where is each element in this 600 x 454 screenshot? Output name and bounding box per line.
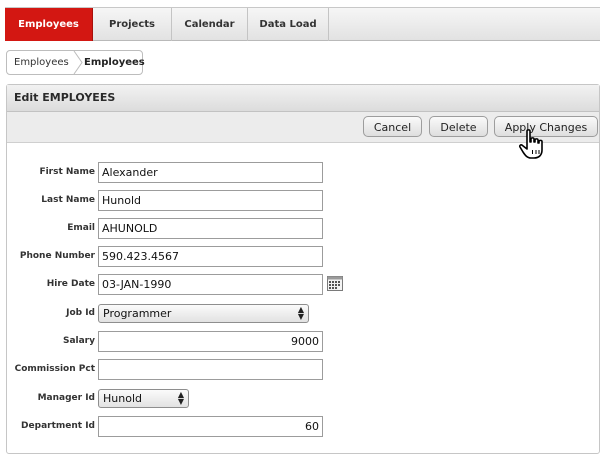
- breadcrumb: Employees Employees: [6, 50, 145, 75]
- tab-employees[interactable]: Employees: [5, 8, 93, 41]
- department-id-label: Department Id: [21, 421, 95, 431]
- cancel-button[interactable]: Cancel: [363, 116, 422, 137]
- breadcrumb-parent-link[interactable]: Employees: [14, 51, 69, 74]
- hire-date-field[interactable]: 03-JAN-1990: [98, 274, 323, 295]
- tab-projects[interactable]: Projects: [93, 8, 172, 41]
- last-name-label: Last Name: [41, 195, 95, 205]
- hire-date-label: Hire Date: [46, 279, 95, 289]
- breadcrumb-separator-icon: [73, 51, 83, 74]
- last-name-field[interactable]: Hunold: [98, 190, 323, 211]
- email-field[interactable]: AHUNOLD: [98, 218, 323, 239]
- salary-field[interactable]: 9000: [98, 331, 323, 352]
- job-id-select[interactable]: Programmer ▲ ▼: [98, 304, 309, 323]
- first-name-label: First Name: [39, 167, 95, 177]
- tab-calendar[interactable]: Calendar: [172, 8, 248, 41]
- manager-id-select[interactable]: Hunold ▲ ▼: [98, 389, 189, 408]
- edit-employees-region: Edit EMPLOYEES Cancel Delete Apply Chang…: [6, 84, 600, 454]
- region-title: Edit EMPLOYEES: [14, 91, 116, 104]
- hand-pointer-icon: [518, 129, 543, 159]
- salary-label: Salary: [62, 336, 95, 346]
- job-id-label: Job Id: [66, 308, 95, 318]
- manager-id-label: Manager Id: [37, 393, 95, 403]
- select-arrows-icon: ▲ ▼: [177, 390, 184, 406]
- phone-number-field[interactable]: 590.423.4567: [98, 246, 323, 267]
- first-name-field[interactable]: Alexander: [98, 162, 323, 183]
- department-id-field[interactable]: 60: [98, 416, 323, 437]
- select-arrows-icon: ▲ ▼: [297, 305, 304, 321]
- email-label: Email: [67, 223, 95, 233]
- tab-data-load[interactable]: Data Load: [248, 8, 329, 41]
- breadcrumb-current: Employees: [84, 57, 145, 68]
- manager-id-value: Hunold: [103, 392, 142, 405]
- button-bar: Cancel Delete Apply Changes: [7, 112, 599, 143]
- calendar-icon[interactable]: [327, 276, 343, 291]
- region-header: Edit EMPLOYEES: [7, 85, 599, 112]
- job-id-value: Programmer: [103, 307, 172, 320]
- delete-button[interactable]: Delete: [429, 116, 488, 137]
- commission-pct-field[interactable]: [98, 359, 323, 380]
- commission-pct-label: Commission Pct: [14, 364, 95, 374]
- phone-number-label: Phone Number: [19, 251, 95, 261]
- main-tab-bar: Employees Projects Calendar Data Load: [5, 7, 600, 41]
